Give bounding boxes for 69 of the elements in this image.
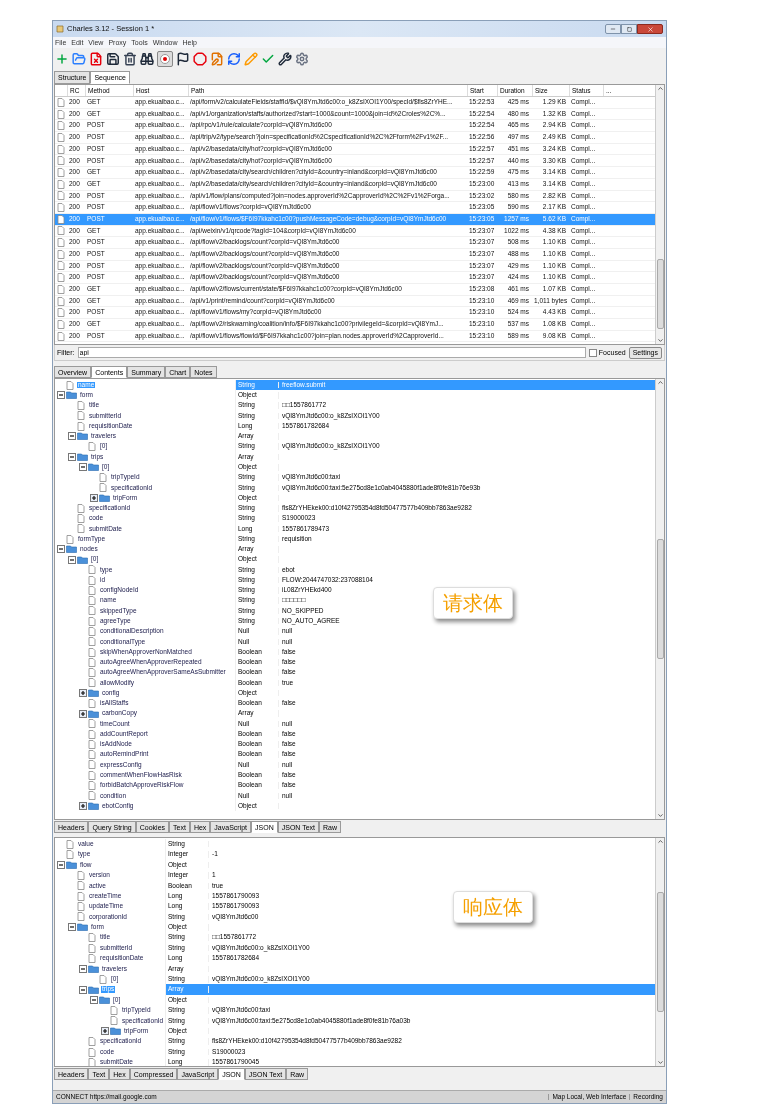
refresh-icon[interactable]: [227, 51, 241, 66]
scroll-up-icon[interactable]: [656, 85, 664, 92]
scrollbar[interactable]: [655, 379, 664, 819]
minimize-button[interactable]: [605, 24, 621, 34]
folder-icon: [77, 432, 88, 441]
scroll-thumb[interactable]: [656, 539, 664, 659]
folder-icon: [88, 802, 99, 810]
minimize-icon: [610, 26, 616, 32]
folder-icon: [99, 996, 110, 1005]
folder-icon: [77, 555, 88, 564]
folder-icon: [77, 453, 88, 461]
collapse-icon[interactable]: [57, 391, 65, 400]
folder-icon: [88, 463, 99, 472]
scroll-down-icon[interactable]: [656, 337, 664, 344]
collapse-icon[interactable]: [90, 996, 98, 1005]
maximize-button[interactable]: [621, 24, 637, 34]
trash-icon[interactable]: [123, 51, 137, 66]
scrollbar[interactable]: [655, 838, 664, 1066]
collapse-icon[interactable]: [68, 555, 76, 564]
folder-icon: [66, 391, 77, 400]
expand-icon[interactable]: [79, 709, 87, 718]
folder-icon: [99, 494, 110, 503]
collapse-icon[interactable]: [79, 964, 87, 973]
folder-icon: [88, 709, 99, 718]
settings-icon[interactable]: [295, 51, 309, 66]
scroll-down-icon[interactable]: [656, 1059, 664, 1066]
collapse-icon[interactable]: [68, 453, 76, 461]
tools-icon[interactable]: [278, 51, 292, 66]
folder-icon: [66, 545, 77, 554]
close-icon: [646, 25, 654, 33]
record-icon: [160, 53, 170, 64]
collapse-icon[interactable]: [57, 545, 65, 554]
close-button[interactable]: [637, 24, 663, 34]
folder-icon: [110, 1027, 121, 1036]
expand-icon[interactable]: [79, 689, 87, 698]
scroll-thumb[interactable]: [656, 892, 664, 1012]
document-icon: [99, 974, 107, 984]
focused-checkbox[interactable]: [588, 348, 597, 357]
collapse-icon[interactable]: [79, 985, 87, 994]
expand-icon[interactable]: [79, 802, 87, 810]
folder-icon: [88, 964, 99, 973]
stop-icon[interactable]: [193, 51, 207, 66]
collapse-icon[interactable]: [79, 463, 87, 472]
flag-icon[interactable]: [176, 51, 190, 66]
folder-icon: [88, 985, 99, 994]
folder-icon: [88, 689, 99, 698]
folder-icon: [66, 860, 77, 869]
expand-icon[interactable]: [101, 1027, 109, 1036]
save-icon[interactable]: [106, 51, 120, 66]
expand-icon[interactable]: [90, 494, 98, 503]
annotation-label: 请求体: [433, 587, 513, 619]
collapse-icon[interactable]: [57, 860, 65, 869]
collapse-icon[interactable]: [68, 432, 76, 441]
scroll-down-icon[interactable]: [656, 812, 664, 819]
app-icon: [56, 25, 64, 33]
scroll-up-icon[interactable]: [656, 838, 664, 845]
folder-icon: [77, 923, 88, 932]
scroll-up-icon[interactable]: [656, 379, 664, 386]
annotation-label: 响应体: [453, 891, 533, 923]
scroll-thumb[interactable]: [656, 259, 664, 329]
document-icon: [88, 442, 96, 452]
file-delete-icon[interactable]: [89, 51, 103, 66]
record-button[interactable]: [157, 50, 173, 67]
folder-icon[interactable]: [72, 51, 86, 66]
scrollbar[interactable]: [655, 85, 664, 344]
maximize-icon: [626, 26, 632, 32]
binoculars-icon[interactable]: [140, 51, 154, 66]
edit-document-icon[interactable]: [210, 51, 224, 66]
collapse-icon[interactable]: [68, 923, 76, 932]
